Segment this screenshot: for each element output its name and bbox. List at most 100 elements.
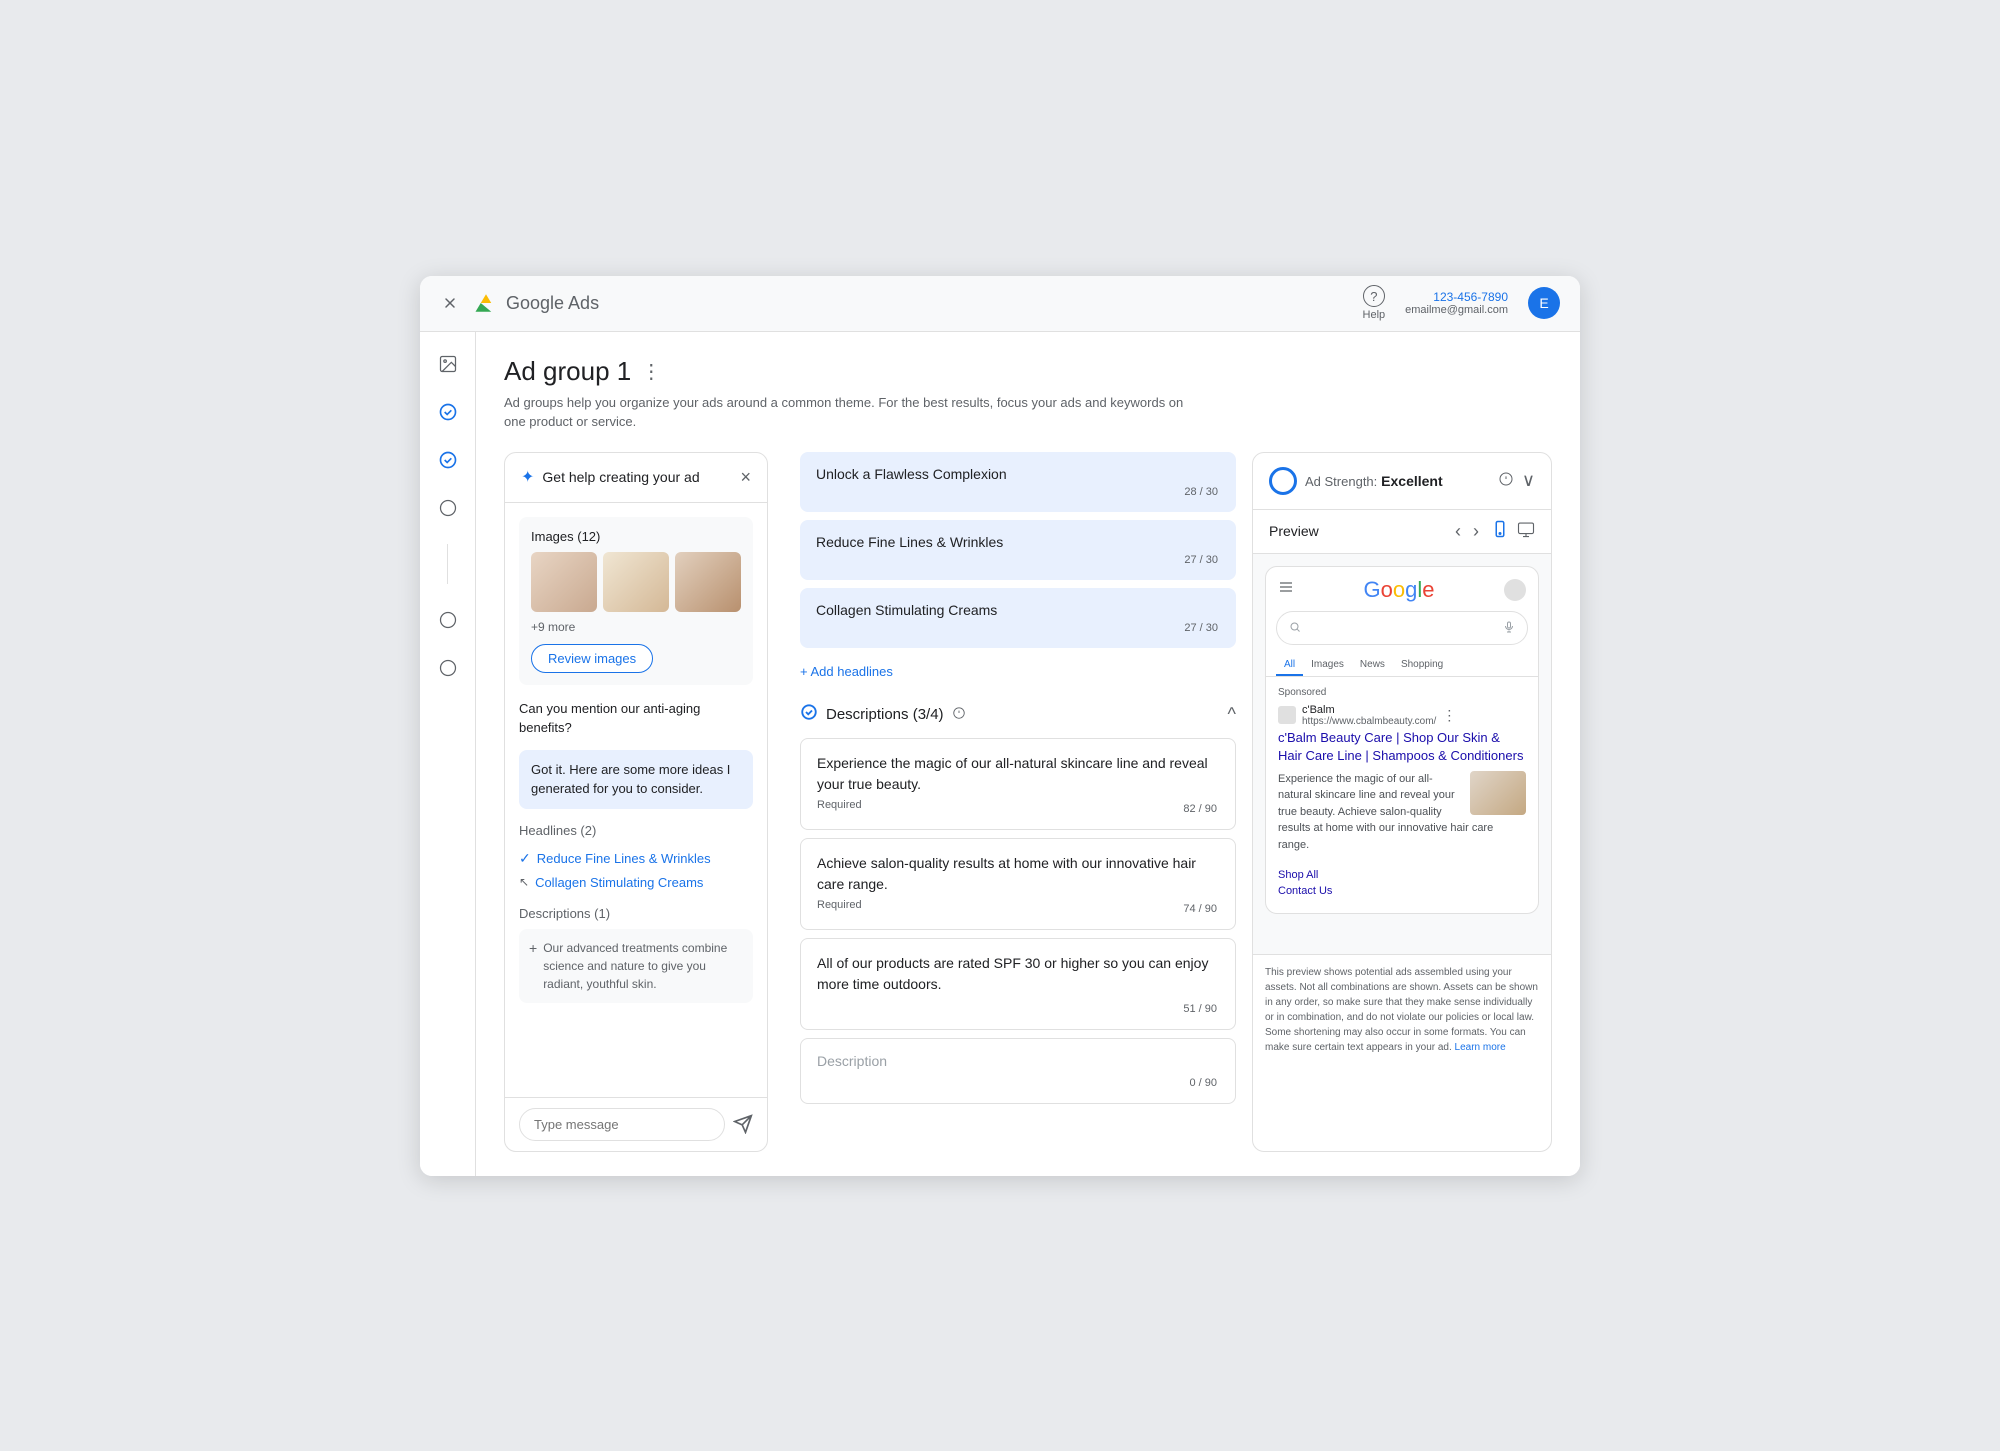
description-field-2[interactable]: Achieve salon-quality results at home wi…: [800, 838, 1236, 930]
image-thumb-2: [603, 552, 669, 612]
headline-text-2: Reduce Fine Lines & Wrinkles: [816, 534, 1220, 550]
mobile-menu-icon: [1278, 579, 1294, 600]
three-col-layout: ✦ Get help creating your ad × Images (12…: [504, 452, 1552, 1152]
ai-panel-footer: [505, 1097, 767, 1151]
headline-field-3[interactable]: Collagen Stimulating Creams 27 / 30: [800, 588, 1236, 648]
ai-close-button[interactable]: ×: [740, 467, 751, 488]
preview-panel: Ad Strength: Excellent ∨: [1252, 452, 1552, 1152]
ad-result: Sponsored c'Balm https://www.cbalmbeauty…: [1266, 687, 1538, 898]
review-images-button[interactable]: Review images: [531, 644, 653, 673]
mobile-profile-icon: [1504, 579, 1526, 601]
description-field-4[interactable]: Description 0 / 90: [800, 1038, 1236, 1104]
google-logo-preview: Google: [1363, 577, 1434, 603]
ad-links: Shop All Contact Us: [1278, 869, 1526, 897]
descriptions-section-label: Descriptions (1): [519, 906, 753, 921]
mic-icon: [1503, 620, 1515, 636]
ad-title[interactable]: c'Balm Beauty Care | Shop Our Skin & Hai…: [1278, 729, 1526, 765]
headline-counter-3: 27 / 30: [816, 622, 1220, 634]
google-ads-logo: Google Ads: [472, 289, 599, 317]
descriptions-info-icon[interactable]: [952, 706, 966, 723]
search-bar-line: [1307, 627, 1497, 628]
user-avatar[interactable]: E: [1528, 287, 1560, 319]
account-email: emailme@gmail.com: [1405, 304, 1508, 316]
sidebar-icon-image[interactable]: [432, 348, 464, 380]
preview-footer-text: This preview shows potential ads assembl…: [1265, 967, 1538, 1053]
ad-panel: Unlock a Flawless Complexion 28 / 30 Red…: [784, 452, 1252, 1152]
cursor-icon: ↖: [519, 875, 529, 889]
sidebar: [420, 332, 476, 1176]
company-name: c'Balm: [1302, 704, 1436, 716]
sparkle-icon: ✦: [521, 467, 534, 487]
ad-more-icon[interactable]: ⋮: [1442, 707, 1456, 724]
headline-field-2[interactable]: Reduce Fine Lines & Wrinkles 27 / 30: [800, 520, 1236, 580]
preview-controls: Preview ‹ ›: [1253, 510, 1551, 554]
description-text-1: Experience the magic of our all-natural …: [817, 753, 1219, 795]
descriptions-collapse-button[interactable]: ^: [1228, 704, 1236, 725]
headline-item-1: ✓ Reduce Fine Lines & Wrinkles: [519, 846, 753, 871]
preview-prev-button[interactable]: ‹: [1455, 521, 1461, 542]
help-section: ? Help: [1363, 285, 1386, 321]
learn-more-link[interactable]: Learn more: [1455, 1042, 1506, 1053]
image-thumb-3: [675, 552, 741, 612]
logo-text: Google Ads: [506, 293, 599, 314]
descriptions-title-text: Descriptions (3/4): [826, 706, 944, 723]
descriptions-divider: Descriptions (3/4) ^: [800, 703, 1236, 726]
preview-footer: This preview shows potential ads assembl…: [1253, 954, 1551, 1055]
headline-link-1[interactable]: Reduce Fine Lines & Wrinkles: [537, 851, 711, 866]
ai-panel-content: Images (12) +9 more Review images Can yo…: [505, 503, 767, 1097]
sidebar-icon-circle-1[interactable]: [432, 492, 464, 524]
ai-descriptions-section: Descriptions (1) + Our advanced treatmen…: [519, 906, 753, 1003]
ad-link-2[interactable]: Contact Us: [1278, 885, 1526, 897]
images-title: Images (12): [531, 529, 741, 544]
sidebar-icon-check-2[interactable]: [432, 444, 464, 476]
description-field-3[interactable]: All of our products are rated SPF 30 or …: [800, 938, 1236, 1030]
sidebar-icon-check-1[interactable]: [432, 396, 464, 428]
headline-counter-2: 27 / 30: [816, 554, 1220, 566]
sidebar-icon-circle-2[interactable]: [432, 604, 464, 636]
content-area: Ad group 1 ⋮ Ad groups help you organize…: [476, 332, 1580, 1176]
mobile-tabs: All Images News Shopping: [1266, 655, 1538, 677]
headlines-list: Unlock a Flawless Complexion 28 / 30 Red…: [800, 452, 1236, 648]
preview-content: Google: [1253, 554, 1551, 954]
strength-circle-icon: [1269, 467, 1297, 495]
mobile-search-bar: [1276, 611, 1528, 645]
add-headlines-button[interactable]: + Add headlines: [800, 656, 893, 687]
descriptions-section-title: Descriptions (3/4): [800, 703, 966, 726]
ai-response: Got it. Here are some more ideas I gener…: [519, 750, 753, 809]
page-subtitle: Ad groups help you organize your ads aro…: [504, 393, 1204, 432]
more-options-icon[interactable]: ⋮: [641, 359, 661, 384]
send-button[interactable]: [733, 1114, 753, 1134]
close-button[interactable]: [440, 293, 460, 313]
ai-description-item: + Our advanced treatments combine scienc…: [519, 929, 753, 1003]
images-grid: [531, 552, 741, 612]
strength-info-icon[interactable]: [1498, 471, 1514, 490]
news-tab: News: [1352, 655, 1393, 676]
strength-text: Ad Strength: Excellent: [1305, 473, 1443, 489]
headlines-section-label: Headlines (2): [519, 823, 753, 838]
mobile-device-icon[interactable]: [1491, 520, 1509, 543]
preview-header: Ad Strength: Excellent ∨: [1253, 453, 1551, 510]
top-bar: Google Ads ? Help 123-456-7890 emailme@g…: [420, 276, 1580, 332]
ad-link-1[interactable]: Shop All: [1278, 869, 1526, 881]
check-icon-1: ✓: [519, 850, 531, 867]
desktop-device-icon[interactable]: [1517, 520, 1535, 543]
sidebar-icon-circle-3[interactable]: [432, 652, 464, 684]
images-more: +9 more: [531, 620, 741, 634]
strength-value: Excellent: [1381, 473, 1442, 489]
company-logo: [1278, 706, 1296, 724]
headline-counter-1: 28 / 30: [816, 486, 1220, 498]
all-tab: All: [1276, 655, 1303, 676]
help-icon[interactable]: ?: [1363, 285, 1385, 307]
preview-next-button[interactable]: ›: [1473, 521, 1479, 542]
description-field-1[interactable]: Experience the magic of our all-natural …: [800, 738, 1236, 830]
ad-image-preview: [1470, 771, 1526, 815]
preview-collapse-button[interactable]: ∨: [1522, 470, 1535, 491]
page-header: Ad group 1 ⋮: [504, 356, 1552, 387]
ai-panel: ✦ Get help creating your ad × Images (12…: [504, 452, 768, 1152]
images-section: Images (12) +9 more Review images: [519, 517, 753, 685]
ai-panel-header: ✦ Get help creating your ad ×: [505, 453, 767, 503]
required-label-2: Required: [817, 899, 862, 915]
headline-field-1[interactable]: Unlock a Flawless Complexion 28 / 30: [800, 452, 1236, 512]
message-input[interactable]: [519, 1108, 725, 1141]
headline-link-2[interactable]: Collagen Stimulating Creams: [535, 875, 703, 890]
